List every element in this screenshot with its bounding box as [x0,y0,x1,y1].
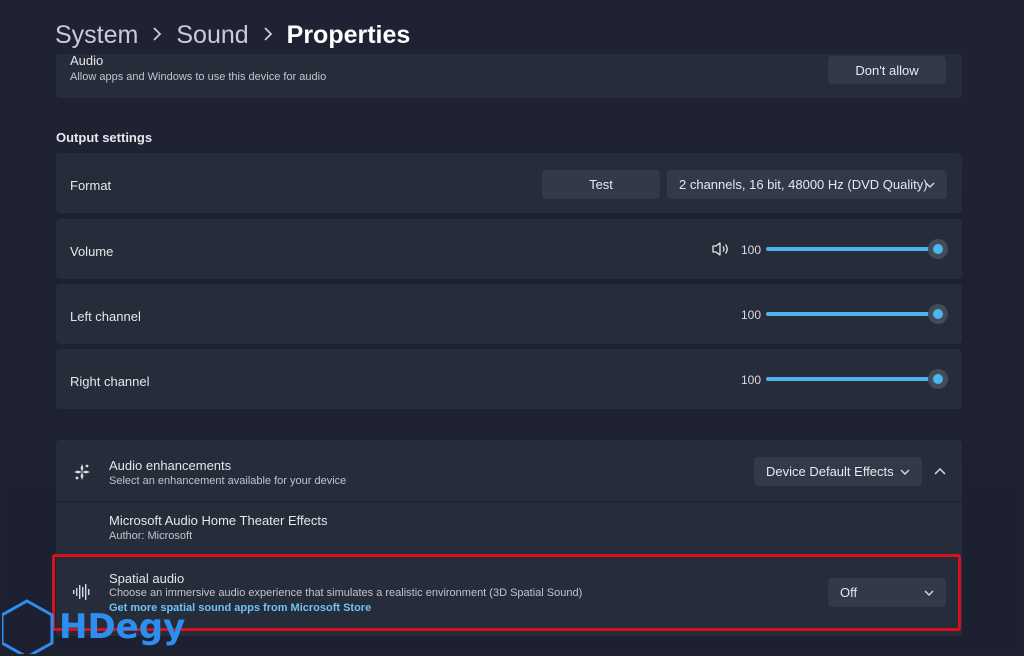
audio-enhancements-description: Select an enhancement available for your… [109,475,347,487]
chevron-right-icon [263,25,273,46]
left-channel-value: 100 [741,308,762,322]
volume-value: 100 [741,243,762,257]
hexagon-logo-icon [2,599,54,654]
volume-slider[interactable] [766,239,948,259]
breadcrumb-sound[interactable]: Sound [176,21,248,50]
chevron-down-icon [924,590,934,596]
right-channel-row: Right channel 100 [56,349,962,409]
breadcrumb: System Sound Properties [55,18,410,52]
right-channel-slider-track [766,377,938,381]
chevron-up-icon[interactable] [933,465,947,477]
right-channel-value: 100 [741,373,762,387]
enhancements-dropdown[interactable]: Device Default Effects [754,457,922,486]
format-dropdown[interactable]: 2 channels, 16 bit, 48000 Hz (DVD Qualit… [667,170,947,199]
settings-window: System Sound Properties Audio Allow apps… [2,2,1022,654]
audio-access-description: Allow apps and Windows to use this devic… [70,71,327,83]
chevron-right-icon [152,25,162,46]
chevron-down-icon [900,469,910,475]
audio-enhancements-title: Audio enhancements [109,458,232,473]
watermark-text: HDegy [59,607,186,647]
enhancements-selected-value: Device Default Effects [766,464,894,479]
expander-divider [56,501,962,502]
right-channel-label: Right channel [70,374,150,389]
left-channel-label: Left channel [70,309,141,324]
left-channel-row: Left channel 100 [56,284,962,344]
left-channel-slider[interactable] [766,304,948,324]
volume-slider-track [766,247,938,251]
left-channel-slider-thumb[interactable] [928,304,948,324]
output-settings-header: Output settings [56,130,153,145]
spatial-audio-selected-value: Off [840,585,858,600]
spatial-divider [56,555,962,556]
chevron-down-icon [925,182,935,188]
format-label: Format [70,178,112,193]
spatial-audio-dropdown[interactable]: Off [828,578,946,607]
format-row: Format Test 2 channels, 16 bit, 48000 Hz… [56,153,962,213]
breadcrumb-properties: Properties [286,20,411,49]
watermark: HDegy [2,598,202,654]
volume-slider-thumb[interactable] [928,239,948,259]
breadcrumb-system[interactable]: System [55,21,138,50]
spatial-audio-title: Spatial audio [109,571,185,586]
effect-title: Microsoft Audio Home Theater Effects [109,513,328,528]
volume-row: Volume 100 [56,219,962,279]
format-selected-value: 2 channels, 16 bit, 48000 Hz (DVD Qualit… [679,177,928,192]
audio-access-card: Audio Allow apps and Windows to use this… [56,54,962,98]
right-channel-slider[interactable] [766,369,948,389]
dont-allow-button[interactable]: Don't allow [828,56,946,84]
audio-access-label: Audio [70,54,104,68]
right-channel-slider-thumb[interactable] [928,369,948,389]
speaker-icon[interactable] [711,241,731,257]
volume-label: Volume [70,244,114,259]
test-button[interactable]: Test [542,170,660,199]
left-channel-slider-track [766,312,938,316]
effect-author: Author: Microsoft [109,530,193,542]
enhancements-icon [74,464,90,480]
